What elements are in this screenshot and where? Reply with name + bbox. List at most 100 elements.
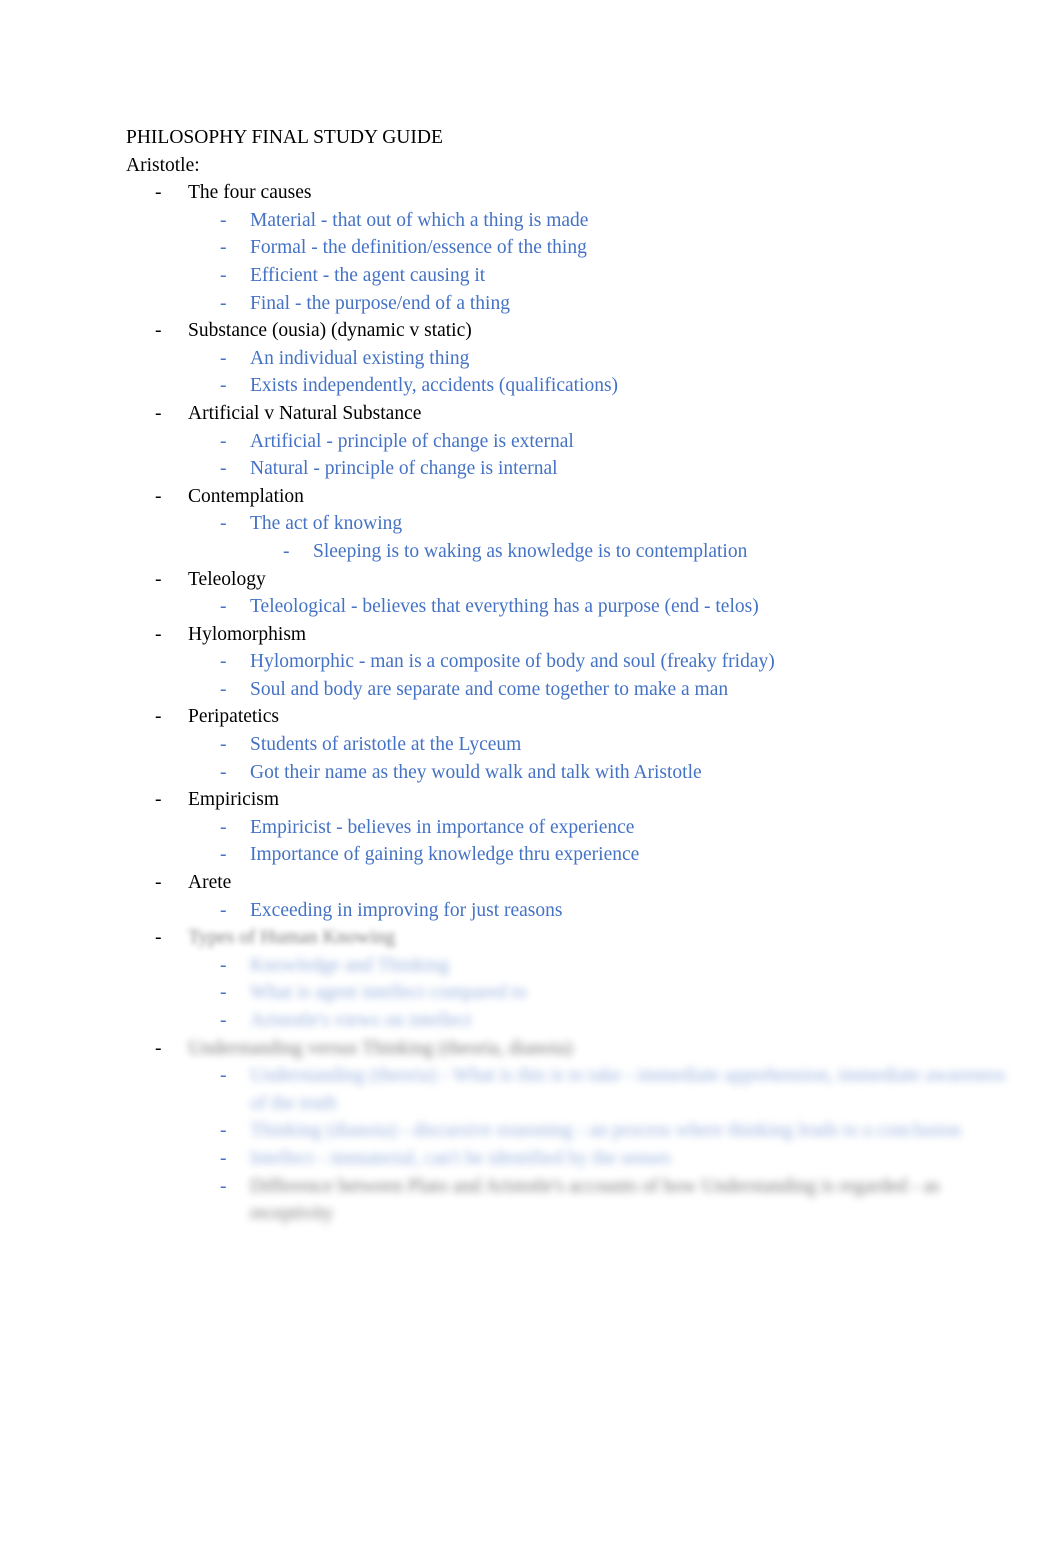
obscured-outline-subitem: - Thinking (dianoia) - discursive reason… (126, 1117, 1006, 1145)
bullet-dash-icon: - (220, 596, 227, 618)
outline-item: - The four causes (126, 179, 1006, 207)
obscured-outline-item: - Understanding versus Thinking (theoria… (126, 1035, 1006, 1063)
outline-subitem-label: Material - that out of which a thing is … (250, 209, 589, 231)
outline-subsubitem: - Sleeping is to waking as knowledge is … (126, 538, 1006, 566)
bullet-dash-icon: - (220, 899, 227, 921)
outline-item-label: Teleology (188, 568, 266, 590)
bullet-dash-icon: - (220, 264, 227, 286)
outline-subitem: - Artificial - principle of change is ex… (126, 428, 1006, 456)
bullet-dash-icon: - (220, 209, 227, 231)
outline-subitem: - Soul and body are separate and come to… (126, 676, 1006, 704)
page-title: PHILOSOPHY FINAL STUDY GUIDE (126, 127, 443, 148)
obscured-outline-subitem: - Difference between Plato and Aristotle… (126, 1173, 1006, 1228)
outline-subitem-label: Soul and body are separate and come toge… (250, 678, 729, 700)
document-body: PHILOSOPHY FINAL STUDY GUIDE Aristotle: … (126, 124, 1006, 1228)
bullet-dash-icon: - (220, 292, 227, 314)
document-page: PHILOSOPHY FINAL STUDY GUIDE Aristotle: … (0, 0, 1062, 1561)
bullet-dash-icon: - (220, 651, 227, 673)
outline-subitem-label: The act of knowing (250, 513, 403, 535)
bullet-dash-icon: - (220, 734, 227, 756)
obscured-outline-item: - Types of Human Knowing (126, 924, 1006, 952)
bullet-dash-icon: - (220, 1147, 227, 1169)
bullet-dash-icon: - (155, 568, 162, 590)
bullet-dash-icon: - (155, 872, 162, 894)
outline-subitem: - Efficient - the agent causing it (126, 262, 1006, 290)
bullet-dash-icon: - (220, 761, 227, 783)
outline-subitem: - Formal - the definition/essence of the… (126, 234, 1006, 262)
outline-subitem-label: Efficient - the agent causing it (250, 264, 486, 286)
bullet-dash-icon: - (220, 375, 227, 397)
obscured-outline-subitem-label: Thinking (dianoia) - discursive reasonin… (250, 1120, 962, 1142)
outline-subitem-label: Teleological - believes that everything … (250, 596, 759, 618)
obscured-outline-item-label: Types of Human Knowing (188, 927, 396, 949)
outline-subitem-label: Hylomorphic - man is a composite of body… (250, 651, 775, 673)
outline-subitem: - Exceeding in improving for just reason… (126, 897, 1006, 925)
outline-subitem: - Exists independently, accidents (quali… (126, 372, 1006, 400)
outline-item: - Peripatetics (126, 703, 1006, 731)
outline-subitem-label: Students of aristotle at the Lyceum (250, 734, 522, 756)
obscured-outline-subitem: - Understanding (theoria) - What is this… (126, 1062, 1006, 1117)
section-lead: Aristotle: (126, 154, 200, 176)
obscured-outline-subitem-label: Knowledge and Thinking (250, 954, 449, 976)
outline-subitem-label: Exists independently, accidents (qualifi… (250, 375, 619, 397)
bullet-dash-icon: - (155, 320, 162, 342)
obscured-outline-subitem-label: Understanding (theoria) - What is this i… (250, 1065, 1006, 1114)
obscured-outline-subitem: - What is agent intellect compared to (126, 979, 1006, 1007)
bullet-dash-icon: - (155, 1037, 162, 1059)
outline-subitem-label: Artificial - principle of change is exte… (250, 430, 574, 452)
obscured-outline-subitem: - Intellect - immaterial, can't be ident… (126, 1145, 1006, 1173)
outline-subitem-label: Empiricist - believes in importance of e… (250, 816, 635, 838)
bullet-dash-icon: - (220, 1010, 227, 1031)
outline-item-label: Artificial v Natural Substance (188, 402, 422, 424)
outline-item: - Empiricism (126, 786, 1006, 814)
obscured-outline-subitem: - Knowledge and Thinking (126, 952, 1006, 980)
bullet-dash-icon: - (155, 789, 162, 811)
outline-subitem-label: An individual existing thing (250, 347, 470, 369)
outline-item: - Artificial v Natural Substance (126, 400, 1006, 428)
outline-item-label: Arete (188, 872, 232, 894)
obscured-outline-subitem-label: Difference between Plato and Aristotle's… (250, 1175, 940, 1225)
outline-item: - Teleology (126, 566, 1006, 594)
bullet-dash-icon: - (220, 982, 227, 1004)
outline-subitem: - An individual existing thing (126, 345, 1006, 373)
outline-subitem-label: Importance of gaining knowledge thru exp… (250, 844, 640, 866)
bullet-dash-icon: - (220, 347, 227, 369)
bullet-dash-icon: - (155, 182, 162, 204)
obscured-outline-subitem-label: What is agent intellect compared to (250, 982, 527, 1004)
outline-subitem: - Natural - principle of change is inter… (126, 455, 1006, 483)
outline-subitem-label: Got their name as they would walk and ta… (250, 761, 702, 783)
outline-subitem-label: Exceeding in improving for just reasons (250, 899, 563, 921)
bullet-dash-icon: - (155, 623, 162, 645)
outline-subitem: - Hylomorphic - man is a composite of bo… (126, 648, 1006, 676)
outline-item: - Contemplation (126, 483, 1006, 511)
bullet-dash-icon: - (220, 844, 227, 866)
obscured-outline-subitem-label: Aristotle's views on intellect (250, 1010, 472, 1031)
obscured-section: - Types of Human Knowing - Knowledge and… (126, 924, 1006, 1228)
outline-item: - Hylomorphism (126, 621, 1006, 649)
outline-subitem: - Importance of gaining knowledge thru e… (126, 841, 1006, 869)
bullet-dash-icon: - (155, 706, 162, 728)
bullet-dash-icon: - (220, 458, 227, 480)
bullet-dash-icon: - (155, 927, 162, 949)
outline-subitem: - Got their name as they would walk and … (126, 759, 1006, 787)
bullet-dash-icon: - (220, 430, 227, 452)
outline-subitem: - The act of knowing (126, 510, 1006, 538)
outline-subitem: - Empiricist - believes in importance of… (126, 814, 1006, 842)
obscured-outline-item-label: Understanding versus Thinking (theoria, … (188, 1037, 573, 1059)
bullet-dash-icon: - (155, 485, 162, 507)
outline-subitem: - Final - the purpose/end of a thing (126, 290, 1006, 318)
outline-subitem: - Teleological - believes that everythin… (126, 593, 1006, 621)
obscured-outline-subitem-label: Intellect - immaterial, can't be identif… (250, 1147, 671, 1169)
obscured-outline-subitem: - Aristotle's views on intellect (126, 1007, 1006, 1035)
bullet-dash-icon: - (220, 1065, 227, 1087)
bullet-dash-icon: - (220, 237, 227, 259)
outline-item: - Substance (ousia) (dynamic v static) (126, 317, 1006, 345)
outline-subsubitem-label: Sleeping is to waking as knowledge is to… (313, 540, 748, 562)
bullet-dash-icon: - (220, 1120, 227, 1142)
outline-item-label: Contemplation (188, 485, 304, 507)
bullet-dash-icon: - (155, 402, 162, 424)
outline-subitem-label: Natural - principle of change is interna… (250, 458, 558, 480)
bullet-dash-icon: - (220, 1175, 227, 1197)
outline-subitem-label: Final - the purpose/end of a thing (250, 292, 510, 314)
outline-subitem: - Material - that out of which a thing i… (126, 207, 1006, 235)
